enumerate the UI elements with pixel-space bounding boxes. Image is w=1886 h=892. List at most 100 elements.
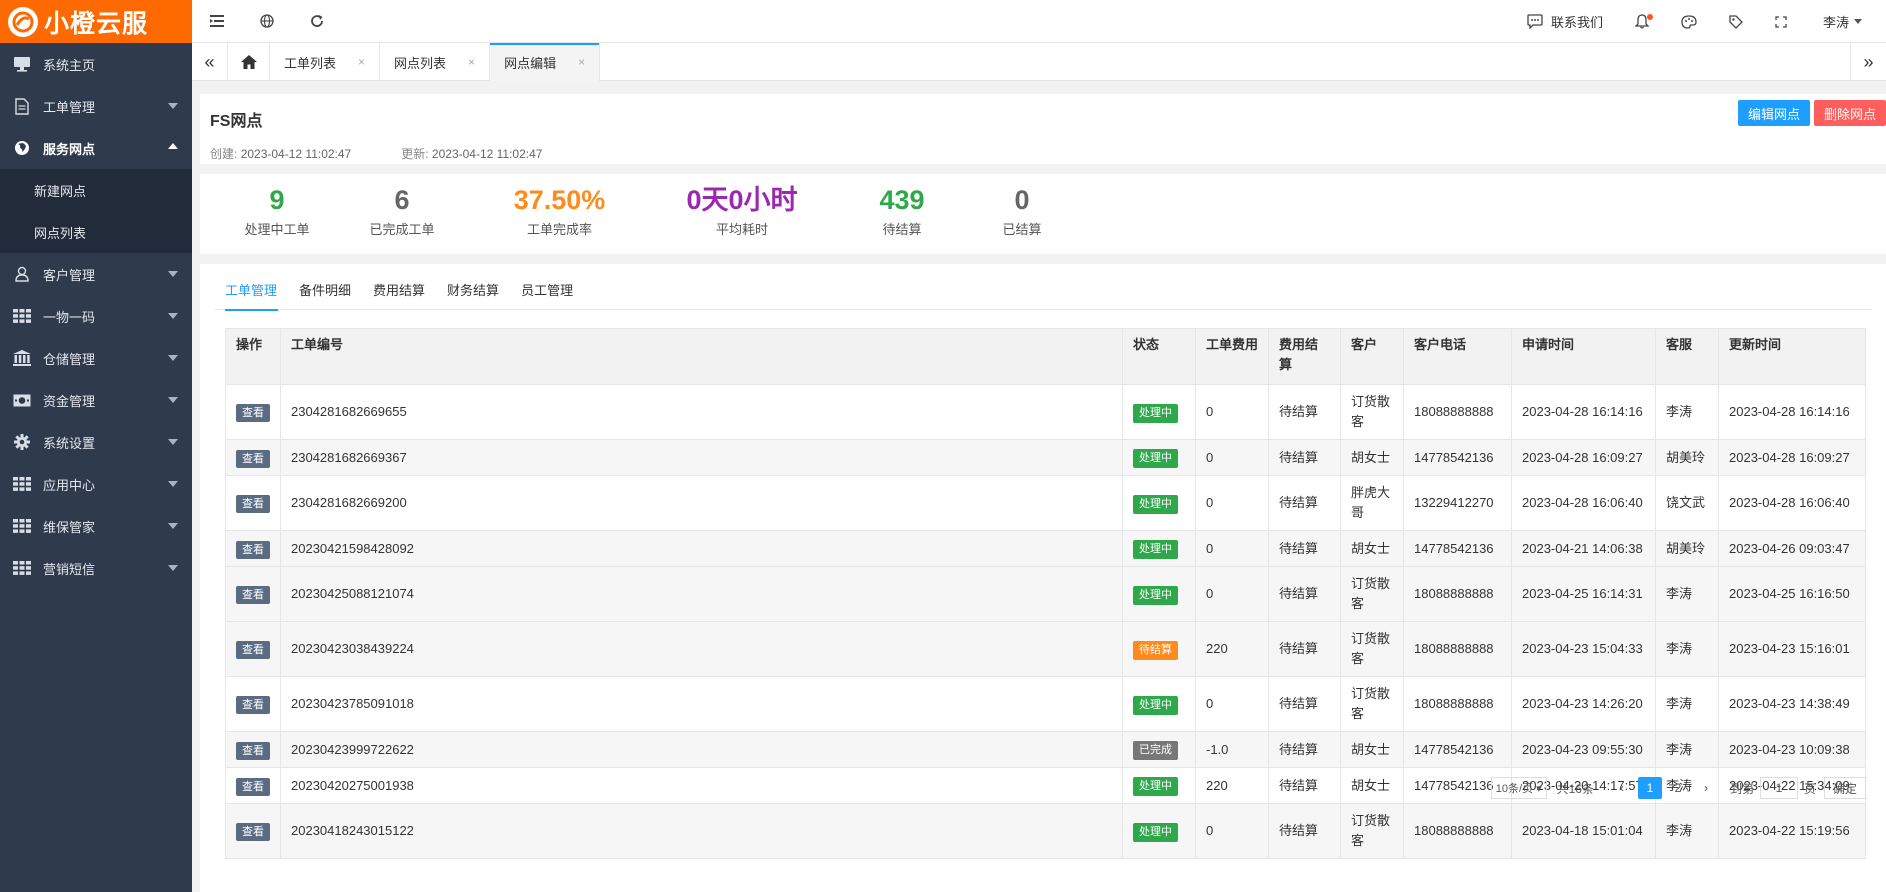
tabs-scroll-left-icon[interactable]: «	[192, 43, 228, 81]
notification-button[interactable]	[1619, 0, 1665, 43]
updated-time: 更新: 2023-04-12 11:02:47	[401, 145, 542, 162]
status-cell: 处理中	[1122, 676, 1196, 732]
detail-tab[interactable]: 员工管理	[510, 276, 584, 310]
theme-button[interactable]	[1665, 0, 1713, 43]
user-menu[interactable]: 李涛	[1803, 0, 1886, 43]
view-button[interactable]: 查看	[236, 404, 270, 422]
detail-tab[interactable]: 费用结算	[362, 276, 436, 310]
sidebar-subitem[interactable]: 网点列表	[0, 211, 192, 253]
sidebar-item-6[interactable]: 资金管理	[0, 379, 192, 421]
chevron-down-icon	[168, 565, 178, 571]
status-badge: 处理中	[1133, 540, 1178, 559]
view-button[interactable]: 查看	[236, 586, 270, 604]
sidebar-item-9[interactable]: 维保管家	[0, 505, 192, 547]
cell-settle: 待结算	[1268, 731, 1341, 768]
view-button[interactable]: 查看	[236, 823, 270, 841]
sidebar-item-2[interactable]: 服务网点	[0, 127, 192, 169]
action-cell: 查看	[225, 803, 281, 859]
goto-confirm-button[interactable]: 确定	[1823, 777, 1866, 799]
cell-id: 20230418243015122	[280, 803, 1123, 859]
view-button[interactable]: 查看	[236, 741, 270, 760]
action-cell: 查看	[225, 566, 281, 622]
cell-settle: 待结算	[1268, 676, 1341, 732]
page-tab[interactable]: 工单列表 ×	[270, 43, 381, 81]
goto-page-input[interactable]: 1	[1759, 777, 1798, 799]
cell-customer: 订货散客	[1340, 384, 1404, 440]
globe-icon[interactable]	[242, 0, 292, 43]
detail-tab[interactable]: 财务结算	[436, 276, 510, 310]
cell-customer: 订货散客	[1340, 566, 1404, 622]
column-header: 费用结算	[1268, 328, 1341, 385]
sidebar-item-1[interactable]: 工单管理	[0, 85, 192, 127]
close-icon[interactable]: ×	[358, 55, 365, 69]
page-number[interactable]: 2	[1666, 777, 1690, 799]
chevron-down-icon: ▾	[1536, 782, 1542, 795]
cell-updated: 2023-04-28 16:14:16	[1718, 384, 1866, 440]
stat-item: 37.50% 工单完成率	[472, 174, 647, 254]
notification-dot	[1646, 14, 1653, 20]
chevron-down-icon	[168, 103, 178, 109]
delete-network-button[interactable]: 删除网点	[1813, 100, 1886, 126]
column-header: 操作	[225, 328, 281, 385]
fullscreen-button[interactable]	[1759, 0, 1803, 43]
refresh-icon[interactable]	[292, 0, 342, 43]
view-button[interactable]: 查看	[236, 540, 270, 559]
menu-toggle-icon[interactable]	[192, 0, 242, 43]
sidebar-item-10[interactable]: 营销短信	[0, 547, 192, 589]
stat-item: 9 处理中工单	[222, 174, 332, 254]
view-button[interactable]: 查看	[236, 641, 270, 659]
page-size-select[interactable]: 10条/页 ▾	[1490, 777, 1547, 799]
sidebar-item-3[interactable]: 客户管理	[0, 253, 192, 295]
cell-applied: 2023-04-23 14:26:20	[1511, 676, 1656, 732]
cell-agent: 李涛	[1655, 566, 1719, 622]
contact-us-button[interactable]: 联系我们	[1511, 0, 1619, 43]
page-tab[interactable]: 网点编辑 ×	[490, 43, 601, 81]
close-icon[interactable]: ×	[468, 55, 475, 69]
home-tab[interactable]	[228, 43, 270, 81]
view-button[interactable]: 查看	[236, 777, 270, 796]
cell-phone: 14778542136	[1403, 439, 1512, 476]
action-cell: 查看	[225, 676, 281, 732]
sidebar-item-8[interactable]: 应用中心	[0, 463, 192, 505]
stat-value: 37.50%	[513, 185, 606, 215]
chevron-down-icon	[168, 355, 178, 361]
tabs-scroll-right-icon[interactable]: »	[1850, 43, 1886, 81]
cell-fee: -1.0	[1195, 731, 1269, 768]
action-cell: 查看	[225, 384, 281, 440]
sidebar-item-5[interactable]: 仓储管理	[0, 337, 192, 379]
edit-network-button[interactable]: 编辑网点	[1737, 100, 1810, 126]
chevron-down-icon	[168, 313, 178, 319]
detail-tab[interactable]: 工单管理	[215, 276, 288, 311]
page-tab[interactable]: 网点列表 ×	[380, 43, 491, 81]
column-header: 客户电话	[1403, 328, 1512, 385]
page-tab-label: 网点编辑	[504, 55, 557, 71]
home-icon	[240, 55, 257, 69]
next-page-icon[interactable]: ›	[1694, 777, 1718, 799]
view-button[interactable]: 查看	[236, 696, 270, 714]
cell-phone: 18088888888	[1403, 566, 1512, 622]
sidebar-item-0[interactable]: 系统主页	[0, 43, 192, 85]
stats-panel: 9 处理中工单 6 已完成工单 37.50% 工单完成率 0天0小时 平均耗时 439 待结算 0 已…	[200, 174, 1886, 254]
created-value: 2023-04-12 11:02:47	[240, 147, 352, 161]
prev-page-icon[interactable]: ‹	[1610, 777, 1634, 799]
created-time: 创建: 2023-04-12 11:02:47	[210, 145, 351, 162]
page-tabs-bar: « 工单列表 × 网点列表 × 网点编辑 × »	[192, 43, 1886, 81]
view-button[interactable]: 查看	[236, 449, 270, 468]
chevron-down-icon	[1854, 19, 1862, 24]
action-cell: 查看	[225, 530, 281, 567]
sidebar-item-7[interactable]: 系统设置	[0, 421, 192, 463]
sidebar-subitem[interactable]: 新建网点	[0, 169, 192, 211]
sidebar-item-4[interactable]: 一物一码	[0, 295, 192, 337]
logo[interactable]: 小橙云服	[0, 0, 192, 43]
view-button[interactable]: 查看	[236, 495, 270, 513]
detail-tab[interactable]: 备件明细	[288, 276, 362, 310]
close-icon[interactable]: ×	[578, 55, 585, 69]
status-badge: 处理中	[1133, 822, 1178, 842]
cell-fee: 0	[1195, 803, 1269, 859]
tag-button[interactable]	[1713, 0, 1759, 43]
sidebar-item-label: 系统设置	[43, 435, 96, 451]
status-badge: 待结算	[1133, 640, 1178, 660]
page-number[interactable]: 1	[1637, 777, 1662, 799]
column-header: 申请时间	[1511, 328, 1656, 385]
sidebar-item-label: 维保管家	[43, 519, 96, 535]
